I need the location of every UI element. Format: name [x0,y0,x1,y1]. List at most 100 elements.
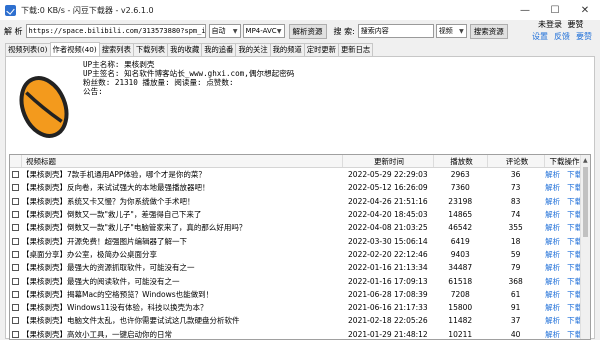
parse-link[interactable]: 解析 [545,236,560,247]
tab-my-bangumi[interactable]: 我的追番 [201,43,237,56]
tab-author-videos[interactable]: 作者视频(40) [49,42,100,56]
parse-link[interactable]: 解析 [545,315,560,326]
table-row[interactable]: 【果核剥壳】开源免费！超强图片编辑器了解一下 2022-03-30 15:06:… [10,234,590,247]
tab-search-list[interactable]: 搜索列表 [98,43,134,56]
update-time: 2021-02-18 22:05:26 [348,316,428,326]
table-row[interactable]: 【果核剥壳】揭幕Mac的空格预览？Windows也能做到！ 2021-06-28… [10,288,590,301]
update-time: 2022-05-29 22:29:03 [348,170,428,180]
format-select-value: MP4-AVC [245,27,277,35]
url-input[interactable]: https://space.bilibili.com/313573880?spm… [25,24,206,38]
tab-bar: 视频列表(0) 作者视频(40) 搜索列表 下载列表 我的收藏 我的追番 我的关… [5,42,374,56]
row-checkbox[interactable] [12,290,20,298]
row-checkbox-cell [10,328,22,339]
parse-link[interactable]: 解析 [545,249,560,260]
video-title: 【果核剥壳】倒数又一款"救儿子"电脑管家来了，真的那么好用吗？ [21,223,247,233]
parse-link[interactable]: 解析 [545,289,560,300]
parse-link[interactable]: 解析 [545,329,560,339]
table-row[interactable]: 【果核剥壳】倒数又一款"救儿子"，差强得自己下来了 2022-04-20 18:… [10,208,590,221]
video-title: 【果核剥壳】开源免费！超强图片编辑器了解一下 [21,236,187,246]
play-count: 11482 [448,316,473,326]
mode-select-value: 自动 [211,27,226,35]
play-count: 46542 [448,223,473,233]
parse-link[interactable]: 解析 [545,262,560,273]
user-links: 设置 反馈 要赞 [532,31,592,42]
parse-link[interactable]: 解析 [545,222,560,233]
update-time: 2021-06-16 21:17:33 [348,303,428,313]
tab-my-following[interactable]: 我的关注 [235,43,271,56]
parse-label: 解 析 [4,26,23,36]
update-time: 2022-01-16 17:09:13 [348,276,428,286]
table-row[interactable]: 【果核剥壳】倒数又一款"救儿子"电脑管家来了，真的那么好用吗？ 2022-04-… [10,221,590,234]
table-row[interactable]: 【果核剥壳】系统又卡又慢？为你系统做个手术吧！ 2022-04-26 21:51… [10,195,590,208]
row-checkbox[interactable] [12,277,20,285]
header-time[interactable]: 更新时间 [343,155,434,167]
video-title: 【果核剥壳】最强大的资源抓取软件，可能没有之一 [21,263,195,273]
row-checkbox[interactable] [12,237,20,245]
tab-my-favorites[interactable]: 我的收藏 [167,43,203,56]
table-row[interactable]: 【果核剥壳】高效小工具，一键启动你的日常 2021-01-29 21:48:12… [10,328,590,339]
row-checkbox[interactable] [12,224,20,232]
search-button[interactable]: 搜索资源 [469,23,508,39]
row-checkbox[interactable] [12,317,20,325]
tab-my-channels[interactable]: 我的频道 [269,43,305,56]
row-checkbox-cell [10,301,22,314]
parse-button[interactable]: 解析资源 [288,23,327,39]
tab-download-list[interactable]: 下载列表 [132,43,169,56]
parse-link[interactable]: 解析 [545,209,560,220]
format-select[interactable]: MP4-AVC ▼ [242,24,285,38]
table-row[interactable]: 【果核剥壳】最强大的阅读软件，可能没有之一 2022-01-16 17:09:1… [10,274,590,287]
play-count: 34487 [448,263,473,273]
row-checkbox[interactable] [12,184,20,192]
feedback-link[interactable]: 反馈 [554,31,570,42]
video-title: 【果核剥壳】最强大的阅读软件，可能没有之一 [21,276,180,286]
parse-link[interactable]: 解析 [545,196,560,207]
parse-link[interactable]: 解析 [545,169,560,180]
scrollbar-thumb[interactable] [583,167,588,237]
mode-select[interactable]: 自动 ▼ [208,24,241,38]
table-body: 【果核剥壳】7款手机通用APP体验，哪个才是你的菜？ 2022-05-29 22… [10,168,590,339]
header-title[interactable]: 视频标题 [22,155,343,167]
header-plays[interactable]: 播放数 [434,155,488,167]
tab-changelog[interactable]: 更新日志 [338,43,374,56]
settings-link[interactable]: 设置 [532,31,548,42]
video-title: 【果核剥壳】高效小工具，一键启动你的日常 [21,329,172,339]
row-checkbox-cell [10,168,22,181]
scroll-up-icon[interactable]: ▲ [583,157,588,164]
vip-status[interactable]: 要赞 [568,20,584,29]
header-comments[interactable]: 评论数 [488,155,545,167]
row-checkbox[interactable] [12,197,20,205]
login-status-row: 未登录 要赞 [538,19,584,30]
row-checkbox[interactable] [12,211,20,219]
table-row[interactable]: 【果核剥壳】反向卷，来试试强大的本地最强播放器吧！ 2022-05-12 16:… [10,181,590,194]
support-link[interactable]: 要赞 [576,31,592,42]
parse-link[interactable]: 解析 [545,302,560,313]
comment-count: 40 [510,329,521,339]
table-row[interactable]: 【果核剥壳】Windows11没有体验，科技以换壳为本？ 2021-06-16 … [10,301,590,314]
video-title: 【果核剥壳】电脑文件太乱，也许你需要试试这几款硬盘分析软件 [21,316,240,326]
window-title: 下载:0 KB/s - 闪豆下载器 - v2.6.1.0 [21,5,154,15]
row-checkbox[interactable] [12,250,20,258]
tab-scheduled-update[interactable]: 定时更新 [303,43,340,56]
login-status[interactable]: 未登录 [538,20,562,29]
table-row[interactable]: 【桌面分享】办公室，极简办公桌面分享 2022-02-20 22:12:46 9… [10,248,590,261]
search-type-select[interactable]: 视频 ▼ [435,24,467,38]
row-checkbox[interactable] [12,171,20,179]
tab-video-list[interactable]: 视频列表(0) [5,43,51,56]
vertical-scrollbar[interactable]: ▲ [580,155,590,339]
title-bar: 下载:0 KB/s - 闪豆下载器 - v2.6.1.0 — ☐ ✕ [0,0,600,20]
comment-count: 74 [510,210,521,220]
play-count: 61518 [448,276,473,286]
table-row[interactable]: 【果核剥壳】7款手机通用APP体验，哪个才是你的菜？ 2022-05-29 22… [10,168,590,181]
parse-link[interactable]: 解析 [545,182,560,193]
row-checkbox[interactable] [12,304,20,312]
row-checkbox[interactable] [12,330,20,338]
table-row[interactable]: 【果核剥壳】最强大的资源抓取软件，可能没有之一 2022-01-16 21:13… [10,261,590,274]
row-checkbox[interactable] [12,264,20,272]
play-count: 10211 [448,329,473,339]
uploader-name: UP主名称: 果核剥壳 [83,60,155,69]
play-count: 23198 [448,196,473,206]
row-checkbox-cell [10,208,22,221]
table-row[interactable]: 【果核剥壳】电脑文件太乱，也许你需要试试这几款硬盘分析软件 2021-02-18… [10,314,590,327]
search-input[interactable]: 搜索内容 [357,24,434,38]
parse-link[interactable]: 解析 [545,276,560,287]
